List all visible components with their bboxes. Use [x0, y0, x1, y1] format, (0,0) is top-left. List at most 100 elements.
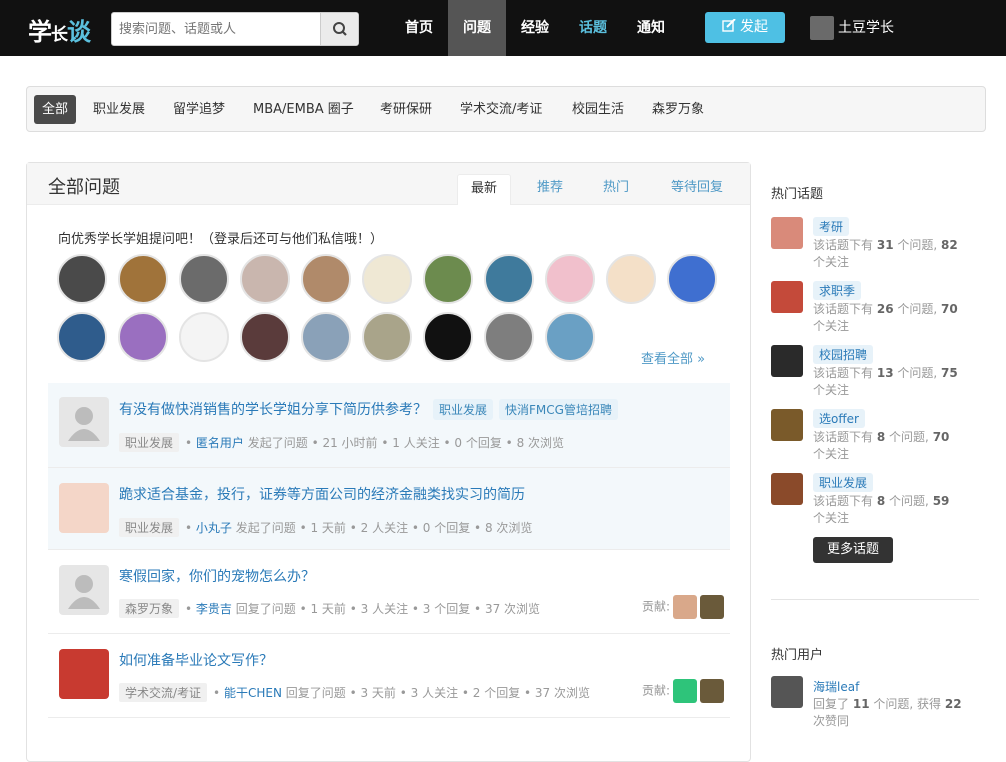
topic-image[interactable]	[771, 409, 803, 441]
featured-user-avatar[interactable]	[667, 254, 717, 304]
question-meta: 森罗万象 • 李贵吉 回复了问题 • 1 天前 • 3 人关注 • 3 个回复 •…	[119, 599, 540, 618]
category-postgrad[interactable]: 考研保研	[372, 95, 440, 124]
hot-user-stats: 回复了 11 个问题, 获得 22 次赞同	[813, 697, 962, 728]
contributor-avatar[interactable]	[673, 595, 697, 619]
featured-user-avatar[interactable]	[484, 254, 534, 304]
user-avatar[interactable]	[59, 483, 109, 533]
site-logo[interactable]: 学长谈	[28, 12, 91, 47]
author-link[interactable]: 能干CHEN	[224, 686, 282, 700]
category-badge[interactable]: 职业发展	[119, 518, 180, 537]
contributor-avatar[interactable]	[673, 679, 697, 703]
default-user-icon	[68, 575, 100, 609]
topic-image[interactable]	[771, 217, 803, 249]
topic-stats: 该话题下有 8 个问题, 70 个关注	[813, 430, 950, 461]
category-badge[interactable]: 职业发展	[119, 433, 180, 452]
author-link[interactable]: 小丸子	[196, 521, 232, 535]
featured-user-avatar[interactable]	[545, 254, 595, 304]
avatar	[810, 16, 834, 40]
question-title[interactable]: 跪求适合基金，投行，证券等方面公司的经济金融类找实习的简历	[119, 484, 525, 504]
hot-users-title: 热门用户	[771, 648, 824, 663]
featured-user-avatar[interactable]	[57, 312, 107, 362]
hot-user-name[interactable]: 海瑞leaf	[813, 678, 859, 695]
question-title[interactable]: 寒假回家，你们的宠物怎么办？	[119, 566, 315, 586]
user-avatar[interactable]	[59, 565, 109, 615]
panel-header: 全部问题 最新 推荐 热门 等待回复	[27, 163, 750, 205]
tab-hot[interactable]: 热门	[589, 174, 643, 205]
nav-home[interactable]: 首页	[392, 0, 446, 56]
author-link[interactable]: 李贵吉	[196, 602, 232, 616]
hot-topic-item: 校园招聘 该话题下有 13 个问题, 75 个关注	[771, 345, 981, 401]
tab-latest[interactable]: 最新	[457, 174, 511, 205]
featured-user-avatar[interactable]	[179, 254, 229, 304]
category-career[interactable]: 职业发展	[85, 95, 153, 124]
category-misc[interactable]: 森罗万象	[644, 95, 712, 124]
tab-recommended[interactable]: 推荐	[523, 174, 577, 205]
topic-image[interactable]	[771, 473, 803, 505]
featured-user-avatar[interactable]	[362, 254, 412, 304]
ask-prompt: 向优秀学长学姐提问吧！（登录后还可与他们私信哦！）	[58, 232, 384, 247]
avatar[interactable]	[771, 676, 803, 708]
nav-notifications[interactable]: 通知	[624, 0, 678, 56]
featured-user-avatar[interactable]	[484, 312, 534, 362]
category-academic[interactable]: 学术交流/考证	[452, 95, 550, 124]
featured-user-avatar[interactable]	[423, 254, 473, 304]
contributors: 贡献:	[642, 595, 724, 619]
featured-user-avatar[interactable]	[118, 254, 168, 304]
topic-tag[interactable]: 职业发展	[433, 399, 494, 420]
category-badge[interactable]: 森罗万象	[119, 599, 180, 618]
user-avatar[interactable]	[59, 397, 109, 447]
user-menu[interactable]: 土豆学长	[810, 16, 894, 40]
featured-user-avatar[interactable]	[240, 312, 290, 362]
nav-experience[interactable]: 经验	[508, 0, 562, 56]
featured-user-avatar[interactable]	[362, 312, 412, 362]
question-meta: 职业发展 • 小丸子 发起了问题 • 1 天前 • 2 人关注 • 0 个回复 •…	[119, 518, 532, 537]
topic-image[interactable]	[771, 345, 803, 377]
nav-topics[interactable]: 话题	[566, 0, 620, 56]
view-all-link[interactable]: 查看全部 »	[641, 348, 705, 367]
featured-user-avatar[interactable]	[423, 312, 473, 362]
featured-user-avatar[interactable]	[57, 254, 107, 304]
hot-topic-item: 求职季 该话题下有 26 个问题, 70 个关注	[771, 281, 981, 337]
question-title[interactable]: 如何准备毕业论文写作？	[119, 650, 273, 670]
contributor-avatar[interactable]	[700, 595, 724, 619]
featured-user-avatar[interactable]	[301, 312, 351, 362]
topic-image[interactable]	[771, 281, 803, 313]
category-badge[interactable]: 学术交流/考证	[119, 683, 208, 702]
username: 土豆学长	[838, 20, 894, 36]
hot-topic-item: 职业发展 该话题下有 8 个问题, 59 个关注	[771, 473, 981, 529]
topic-tag[interactable]: 快消FMCG管培招聘	[499, 399, 618, 420]
topic-name[interactable]: 求职季	[813, 281, 862, 300]
user-avatar[interactable]	[59, 649, 109, 699]
category-mba[interactable]: MBA/EMBA 圈子	[245, 95, 362, 124]
featured-user-avatar[interactable]	[240, 254, 290, 304]
category-bar: 全部 职业发展 留学追梦 MBA/EMBA 圈子 考研保研 学术交流/考证 校园…	[26, 86, 986, 132]
hot-topics-title: 热门话题	[771, 187, 824, 202]
question-title[interactable]: 有没有做快消销售的学长学姐分享下简历供参考？ 职业发展 快消FMCG管培招聘	[119, 399, 618, 420]
topic-name[interactable]: 选offer	[813, 409, 865, 428]
featured-user-avatar[interactable]	[118, 312, 168, 362]
featured-user-avatar[interactable]	[179, 312, 229, 362]
page-title: 全部问题	[48, 177, 120, 198]
topic-name[interactable]: 校园招聘	[813, 345, 874, 364]
category-campus[interactable]: 校园生活	[564, 95, 632, 124]
list-item: 跪求适合基金，投行，证券等方面公司的经济金融类找实习的简历 职业发展 • 小丸子 …	[48, 468, 730, 550]
tab-unanswered[interactable]: 等待回复	[657, 174, 737, 205]
author-link[interactable]: 匿名用户	[196, 436, 244, 450]
category-study-abroad[interactable]: 留学追梦	[165, 95, 233, 124]
nav-questions[interactable]: 问题	[448, 0, 506, 56]
question-meta: 学术交流/考证 • 能干CHEN 回复了问题 • 3 天前 • 3 人关注 • 2…	[119, 683, 590, 702]
list-item: 有没有做快消销售的学长学姐分享下简历供参考？ 职业发展 快消FMCG管培招聘 职业发…	[48, 383, 730, 468]
contributor-avatar[interactable]	[700, 679, 724, 703]
featured-user-avatar[interactable]	[545, 312, 595, 362]
category-all[interactable]: 全部	[34, 95, 77, 124]
post-button[interactable]: 发起	[705, 12, 785, 43]
featured-user-avatar[interactable]	[301, 254, 351, 304]
search-button[interactable]	[320, 13, 358, 45]
featured-user-avatar[interactable]	[606, 254, 656, 304]
questions-panel: 全部问题 最新 推荐 热门 等待回复 向优秀学长学姐提问吧！（登录后还可与他们私…	[26, 162, 751, 762]
divider	[771, 599, 979, 600]
topic-name[interactable]: 考研	[813, 217, 850, 236]
search-input[interactable]	[112, 13, 320, 45]
more-topics-button[interactable]: 更多话题	[813, 537, 893, 563]
topic-name[interactable]: 职业发展	[813, 473, 874, 492]
